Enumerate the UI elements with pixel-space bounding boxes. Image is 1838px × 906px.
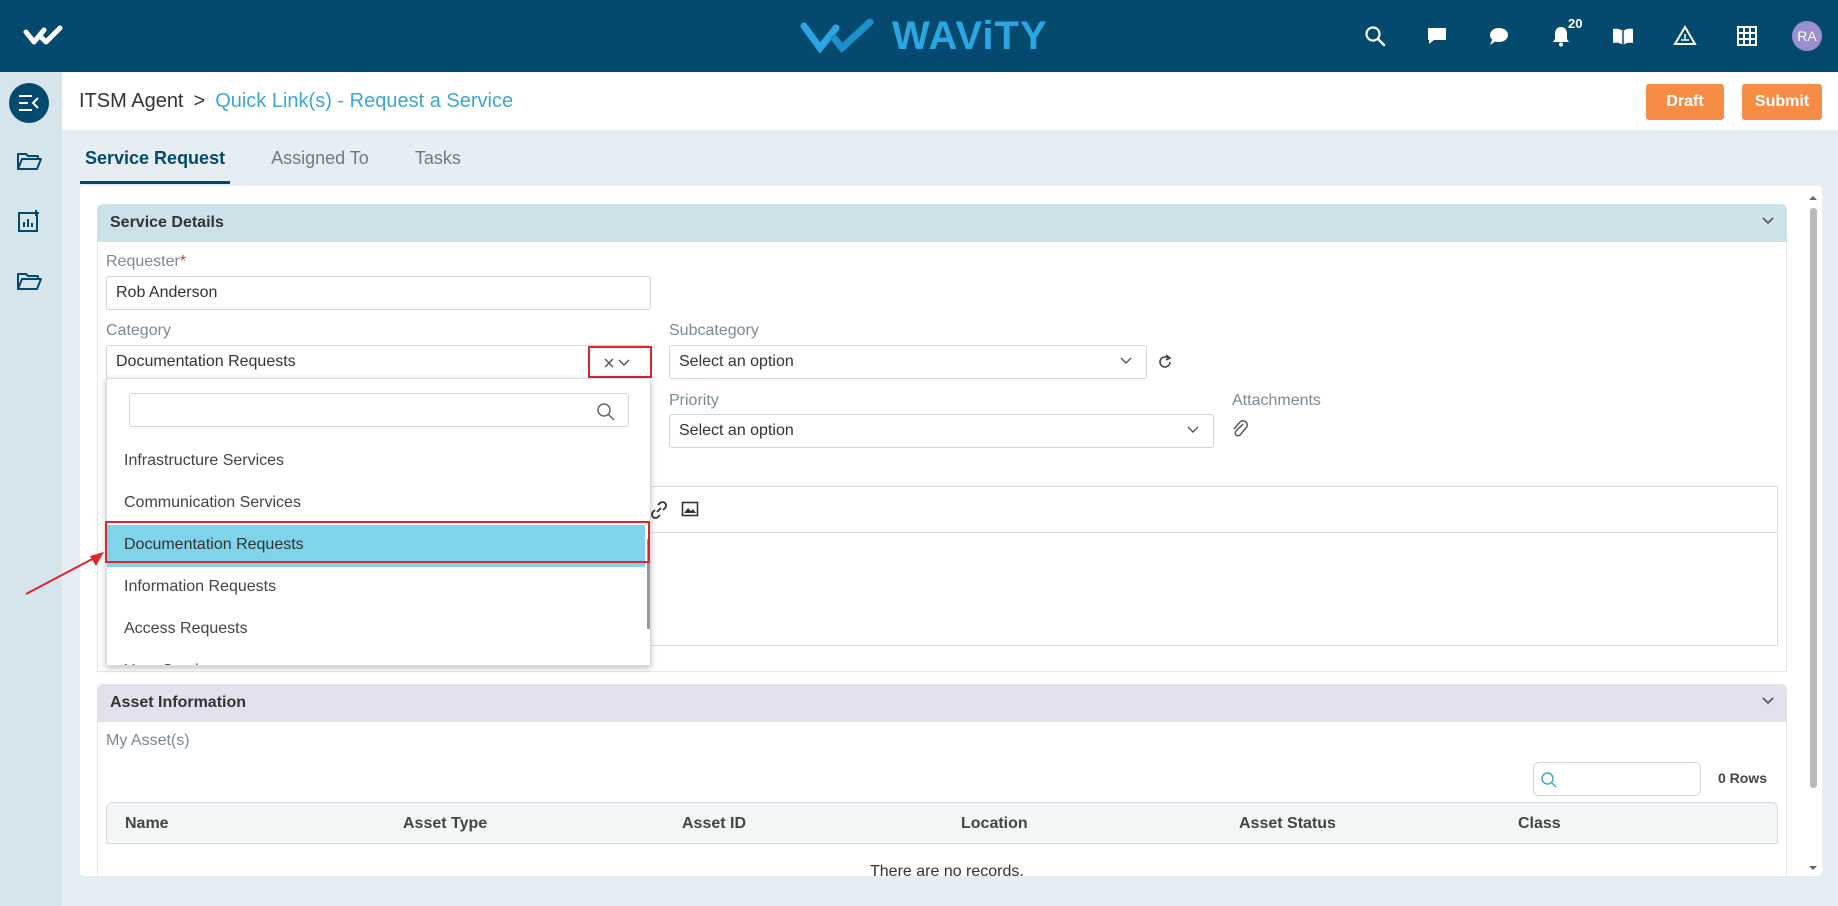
message-icon[interactable]	[1468, 18, 1530, 54]
folder-icon[interactable]	[14, 266, 44, 296]
column-header[interactable]: Asset ID	[682, 815, 746, 833]
selected-option-highlight	[105, 521, 650, 563]
search-icon	[597, 403, 615, 421]
category-select[interactable]: Documentation Requests	[106, 345, 651, 379]
chevron-down-icon[interactable]	[618, 359, 630, 367]
report-add-icon[interactable]	[14, 206, 44, 236]
scrollbar-thumb[interactable]	[1810, 208, 1817, 788]
requester-field[interactable]: Rob Anderson	[106, 276, 651, 310]
requester-value: Rob Anderson	[116, 284, 218, 301]
attachments-label: Attachments	[1232, 392, 1321, 409]
empty-table-message: There are no records.	[870, 863, 1024, 880]
column-header[interactable]: Asset Status	[1239, 815, 1336, 833]
notification-count: 20	[1568, 16, 1583, 31]
avatar[interactable]: RA	[1792, 21, 1822, 51]
column-header[interactable]: Name	[125, 815, 169, 833]
my-assets-label: My Asset(s)	[106, 732, 190, 749]
top-bar: WAViTY 20 RA	[0, 0, 1838, 72]
brand-mark-icon	[800, 18, 874, 54]
subcategory-label: Subcategory	[669, 322, 759, 339]
option-communication-services[interactable]: Communication Services	[107, 483, 645, 525]
tab-tasks[interactable]: Tasks	[410, 140, 466, 184]
tab-bar: Service Request Assigned To Tasks	[80, 140, 502, 184]
page-scrollbar[interactable]	[1806, 192, 1820, 872]
option-information-requests[interactable]: Information Requests	[107, 567, 645, 609]
breadcrumb-separator: >	[193, 90, 206, 112]
option-access-requests[interactable]: Access Requests	[107, 609, 645, 651]
search-icon[interactable]	[1344, 18, 1406, 54]
page-header: ITSM Agent > Quick Link(s) - Request a S…	[62, 72, 1838, 130]
asset-search-input[interactable]	[1533, 762, 1701, 796]
left-sidebar	[0, 72, 62, 906]
chevron-down-icon	[1187, 426, 1199, 433]
draft-button[interactable]: Draft	[1646, 84, 1724, 120]
dropdown-search-input[interactable]	[129, 393, 629, 427]
editor-toolbar	[649, 487, 1777, 533]
asset-table-header: Name Asset Type Asset ID Location Asset …	[106, 802, 1778, 844]
chevron-down-icon	[1120, 357, 1132, 364]
breadcrumb-current[interactable]: Quick Link(s) - Request a Service	[215, 90, 513, 113]
bell-icon[interactable]: 20	[1530, 16, 1592, 54]
asset-information-header[interactable]: Asset Information	[97, 684, 1787, 722]
breadcrumb-root[interactable]: ITSM Agent	[79, 90, 184, 113]
column-header[interactable]: Location	[961, 815, 1028, 833]
breadcrumb: ITSM Agent > Quick Link(s) - Request a S…	[79, 90, 513, 113]
option-infrastructure-services[interactable]: Infrastructure Services	[107, 441, 645, 483]
clear-icon[interactable]	[603, 357, 615, 369]
requester-label-text: Requester	[106, 253, 180, 270]
home-logo-icon[interactable]	[22, 20, 72, 52]
clear-toggle-highlight	[588, 346, 652, 378]
category-value: Documentation Requests	[116, 353, 296, 370]
option-user-services[interactable]: User Services	[107, 651, 645, 665]
category-label: Category	[106, 322, 171, 339]
submit-button[interactable]: Submit	[1742, 84, 1822, 120]
service-details-header[interactable]: Service Details	[97, 204, 1787, 242]
required-marker: *	[179, 253, 187, 270]
chevron-down-icon[interactable]	[1761, 216, 1775, 226]
image-icon[interactable]	[681, 501, 699, 517]
link-icon[interactable]	[650, 501, 668, 519]
sidebar-collapse-icon[interactable]	[9, 83, 49, 123]
tab-assigned-to[interactable]: Assigned To	[266, 140, 374, 184]
service-details-title: Service Details	[110, 214, 224, 231]
brand-logo: WAViTY	[800, 14, 1048, 58]
chevron-down-icon[interactable]	[1761, 696, 1775, 706]
rows-count: 0 Rows	[1718, 770, 1768, 786]
priority-label: Priority	[669, 392, 719, 409]
folder-open-icon[interactable]	[14, 146, 44, 176]
column-header[interactable]: Class	[1518, 815, 1561, 833]
search-icon	[1541, 772, 1557, 788]
priority-select[interactable]: Select an option	[669, 414, 1214, 448]
requester-label: Requester*	[106, 253, 186, 271]
subcategory-value: Select an option	[679, 353, 794, 370]
chat-icon[interactable]	[1406, 18, 1468, 54]
book-icon[interactable]	[1592, 18, 1654, 54]
triangle-icon[interactable]	[1654, 18, 1716, 54]
description-editor[interactable]	[648, 486, 1778, 646]
annotation-arrow-icon	[25, 552, 104, 595]
priority-value: Select an option	[679, 422, 794, 439]
paperclip-icon[interactable]	[1232, 420, 1248, 438]
column-header[interactable]: Asset Type	[403, 815, 487, 833]
refresh-icon[interactable]	[1156, 353, 1174, 371]
brand-name: WAViTY	[892, 13, 1048, 58]
tab-service-request[interactable]: Service Request	[80, 140, 231, 184]
subcategory-select[interactable]: Select an option	[669, 345, 1147, 379]
asset-information-title: Asset Information	[110, 694, 247, 711]
grid-icon[interactable]	[1716, 18, 1778, 54]
top-icons: 20 RA	[1344, 16, 1822, 54]
